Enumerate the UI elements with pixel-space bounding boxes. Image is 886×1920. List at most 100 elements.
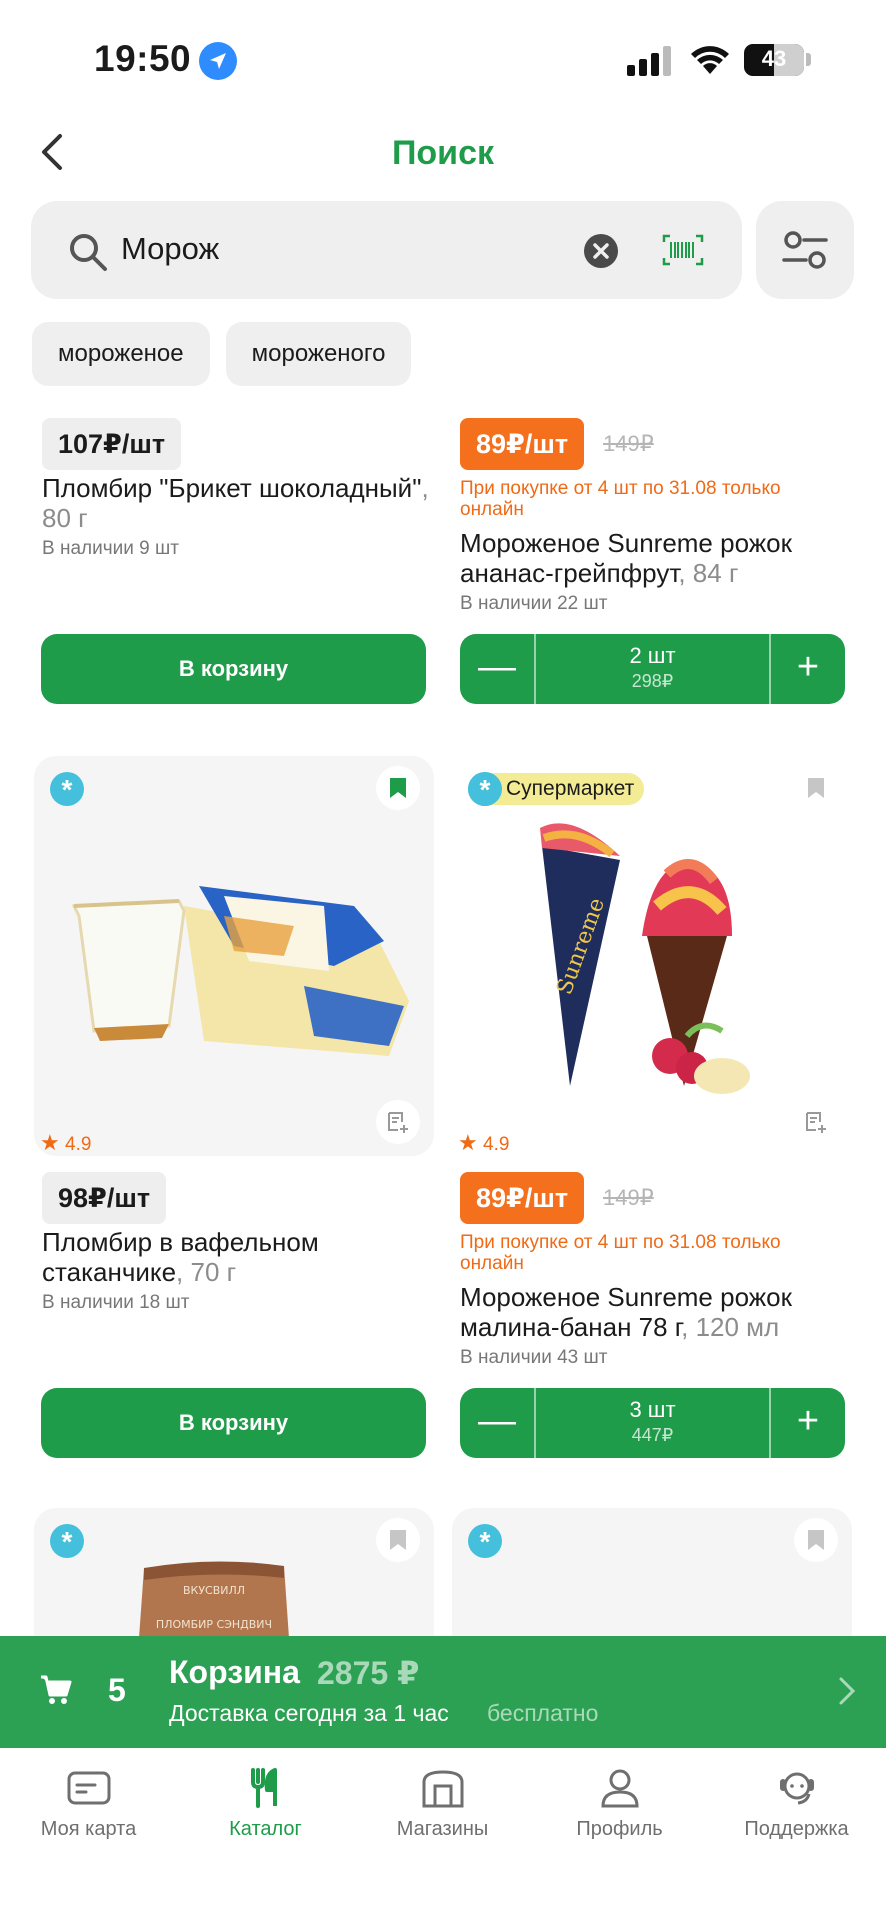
suggestion-chips: мороженое мороженого	[32, 322, 412, 386]
frozen-snowflake-icon-overlay: *	[468, 772, 502, 806]
clear-search-button[interactable]	[584, 234, 618, 268]
headset-support-icon	[779, 1772, 814, 1805]
page-title: Поиск	[391, 134, 495, 172]
product-weight: , 120 мл	[681, 1312, 780, 1342]
star-icon: ★	[458, 1130, 478, 1155]
bookmark-button[interactable]	[376, 1518, 420, 1562]
quantity-stepper: — 3 шт 447₽ +	[460, 1388, 845, 1458]
star-icon: ★	[40, 1130, 60, 1155]
battery-icon: 43	[744, 44, 804, 76]
price-tag: 98₽/шт	[42, 1172, 167, 1224]
old-price: 149₽	[603, 431, 654, 456]
bookmark-icon	[390, 1530, 406, 1550]
nav-item-support[interactable]: Поддержка	[708, 1768, 885, 1841]
cart-total: 2875 ₽	[317, 1655, 420, 1691]
fork-knife-icon	[250, 1768, 277, 1808]
nav-label: Моя карта	[40, 1818, 137, 1840]
nav-item-my-card[interactable]: Моя карта	[0, 1768, 177, 1841]
user-icon	[600, 1769, 639, 1808]
ice-cream-cup-image	[71, 886, 409, 1056]
product-weight: , 70 г	[176, 1257, 237, 1287]
nav-label: Каталог	[229, 1818, 302, 1840]
quantity-value: 2 шт	[629, 643, 676, 668]
delivery-price: бесплатно	[487, 1700, 599, 1726]
promo-price-tag: 89₽/шт	[460, 418, 585, 470]
product-name[interactable]: Мороженое Sunreme рожок ананас-грейпфрут…	[460, 528, 850, 588]
package-brand: ВКУСВИЛЛ	[183, 1584, 245, 1597]
increase-quantity-button[interactable]: +	[769, 634, 845, 704]
search-field[interactable]: Морож	[31, 201, 742, 299]
bookmark-button[interactable]	[794, 1518, 838, 1562]
suggestion-chip[interactable]: мороженого	[225, 322, 412, 386]
product-name[interactable]: Мороженое Sunreme рожок малина-банан 78 …	[460, 1282, 850, 1342]
frozen-snowflake-icon: *	[468, 1524, 502, 1558]
quantity-sum: 298₽	[631, 671, 674, 691]
increase-quantity-button[interactable]: +	[769, 1388, 845, 1458]
loyalty-card-icon	[67, 1771, 110, 1805]
search-icon	[70, 234, 107, 271]
promo-text: При покупке от 4 шт по 31.08 только онла…	[460, 1232, 781, 1274]
promo-price-tag: 89₽/шт	[460, 1172, 585, 1224]
rating-value: 4.9	[65, 1134, 92, 1155]
nav-item-catalog[interactable]: Каталог	[177, 1768, 354, 1841]
cart-label: Корзина	[169, 1654, 300, 1690]
bookmark-filled-icon	[390, 778, 406, 798]
price-tag: 107₽/шт	[42, 418, 182, 470]
cart-bar[interactable]: 5 Корзина 2875 ₽ Доставка сегодня за 1 ч…	[0, 1636, 886, 1748]
nav-item-profile[interactable]: Профиль	[531, 1768, 708, 1841]
battery-level: 43	[761, 46, 787, 71]
product-image[interactable]: ВКУСВИЛЛ ПЛОМБИР СЭНДВИЧ *	[34, 1508, 434, 1638]
add-to-cart-button[interactable]: В корзину	[41, 634, 426, 704]
nav-label: Поддержка	[744, 1818, 849, 1840]
close-icon	[593, 243, 609, 259]
product-image[interactable]: Sunreme * Супермаркет *	[452, 756, 852, 1156]
stock-label: В наличии 43 шт	[460, 1347, 608, 1368]
frozen-snowflake-icon: *	[50, 772, 84, 806]
status-bar: 19:50 43	[0, 0, 886, 110]
quantity-value: 3 шт	[629, 1397, 676, 1422]
ice-cream-sandwich-image: ВКУСВИЛЛ ПЛОМБИР СЭНДВИЧ	[139, 1561, 289, 1638]
bookmark-button[interactable]	[376, 766, 420, 810]
rating: ★ 4.9	[40, 1130, 91, 1156]
rating-value: 4.9	[483, 1134, 510, 1155]
add-note-icon	[806, 1112, 826, 1133]
filter-button[interactable]	[756, 201, 854, 299]
nav-item-stores[interactable]: Магазины	[354, 1768, 531, 1841]
add-to-cart-button[interactable]: В корзину	[41, 1388, 426, 1458]
store-icon	[422, 1770, 463, 1808]
status-time: 19:50	[94, 38, 192, 79]
add-note-button[interactable]	[794, 1100, 838, 1144]
shopping-cart-icon	[41, 1675, 72, 1704]
wifi-icon	[691, 46, 729, 74]
quantity-sum: 447₽	[631, 1425, 674, 1445]
suggestion-chip[interactable]: мороженое	[32, 322, 210, 386]
product-name-text: Пломбир "Брикет шоколадный"	[42, 473, 422, 503]
decrease-quantity-button[interactable]: —	[460, 634, 536, 704]
nav-label: Магазины	[396, 1818, 489, 1840]
location-arrow-icon	[199, 42, 237, 80]
ice-cream-cone-image: Sunreme	[540, 823, 750, 1094]
product-image[interactable]: *	[34, 756, 434, 1156]
product-image[interactable]: *	[452, 1508, 852, 1638]
add-note-button[interactable]	[376, 1100, 420, 1144]
barcode-scanner-icon[interactable]	[662, 234, 704, 266]
bookmark-button[interactable]	[794, 766, 838, 810]
search-input[interactable]: Морож	[121, 231, 219, 267]
quantity-stepper: — 2 шт 298₽ +	[460, 634, 845, 704]
add-note-icon	[388, 1112, 408, 1133]
stock-label: В наличии 22 шт	[460, 593, 608, 614]
chevron-right-icon	[839, 1677, 856, 1705]
cellular-signal-icon	[627, 46, 673, 76]
stock-label: В наличии 9 шт	[42, 538, 179, 559]
product-name[interactable]: Пломбир в вафельном стаканчике, 70 г	[42, 1227, 432, 1287]
stock-label: В наличии 18 шт	[42, 1292, 190, 1313]
bookmark-icon	[808, 778, 824, 798]
frozen-snowflake-icon: *	[50, 1524, 84, 1558]
filter-sliders-icon	[782, 231, 828, 269]
rating: ★ 4.9	[458, 1130, 509, 1156]
decrease-quantity-button[interactable]: —	[460, 1388, 536, 1458]
product-name[interactable]: Пломбир "Брикет шоколадный", 80 г	[42, 473, 432, 533]
product-weight: , 84 г	[678, 558, 739, 588]
bookmark-icon	[808, 1530, 824, 1550]
package-product-name: ПЛОМБИР СЭНДВИЧ	[156, 1618, 272, 1631]
